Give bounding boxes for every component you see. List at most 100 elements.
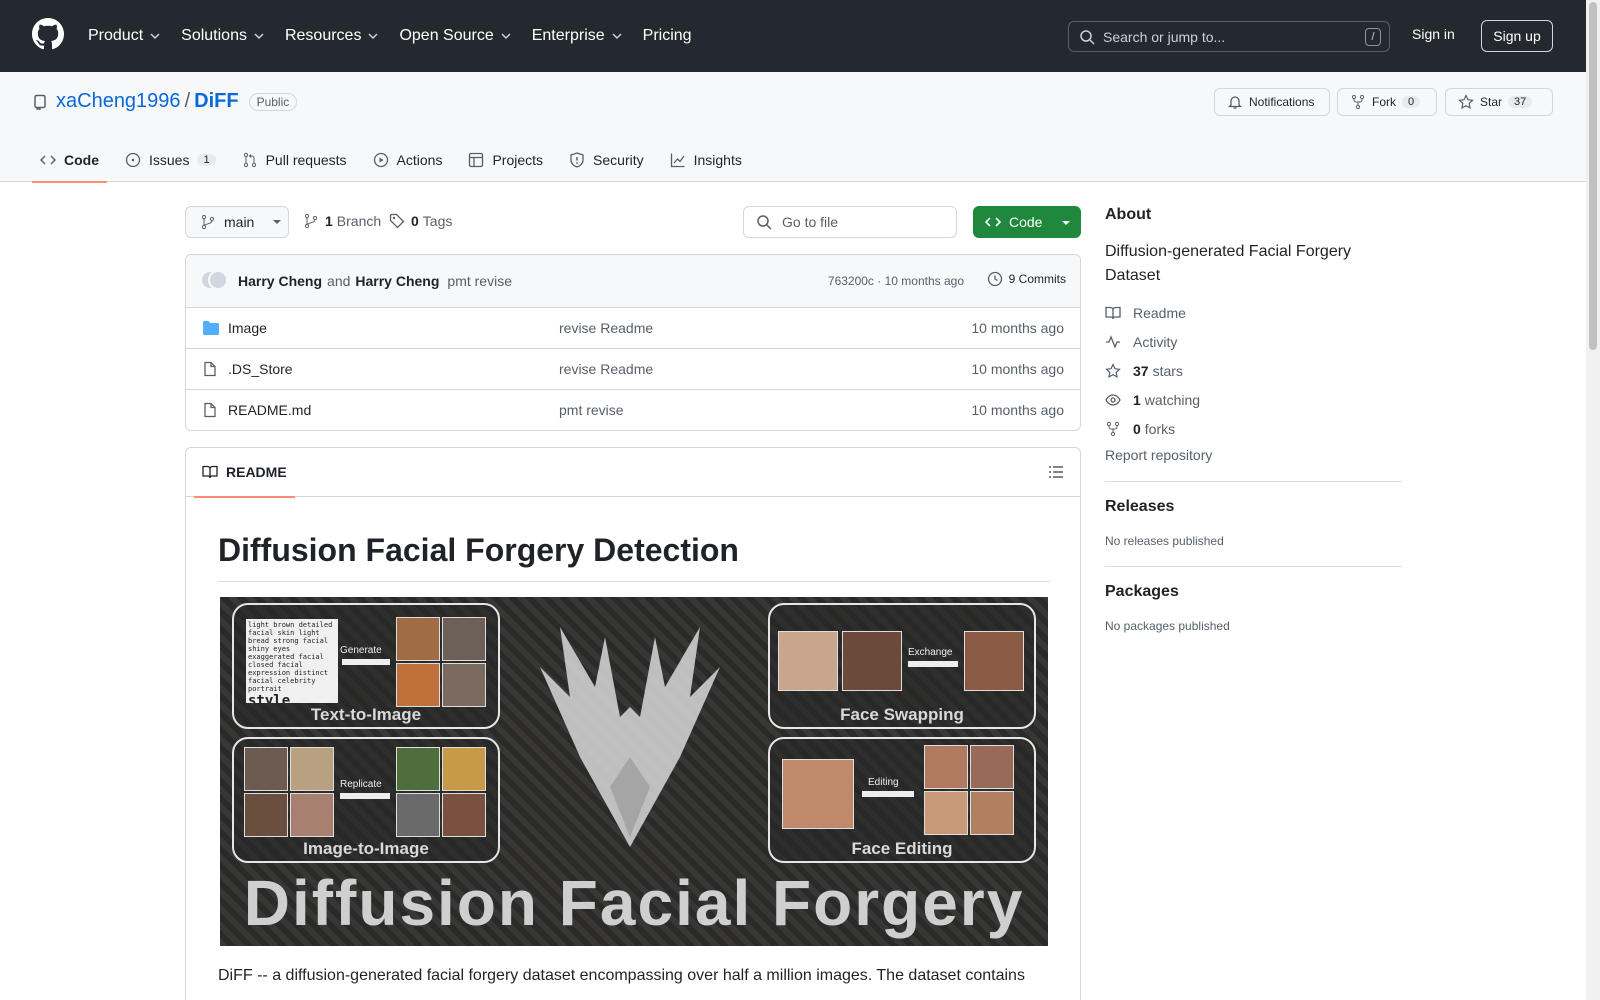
file-name-link[interactable]: README.md [228, 402, 311, 418]
image-to-image-panel: Replicate Image-to-Image [232, 737, 500, 863]
repo-owner-link[interactable]: xaCheng1996 [56, 90, 181, 113]
nav-solutions[interactable]: Solutions [181, 27, 265, 45]
latest-commit: Harry Cheng and Harry Cheng pmt revise 7… [186, 255, 1080, 308]
stars-link[interactable]: 37 stars [1105, 360, 1402, 381]
commits-history-link[interactable]: 9 Commits [987, 271, 1066, 287]
nav-label: Resources [284, 27, 362, 44]
nav-enterprise[interactable]: Enterprise [532, 27, 623, 45]
tags-link[interactable]: 0 Tags [389, 213, 452, 229]
pulse-icon [1106, 334, 1120, 349]
tab-label: Projects [492, 152, 544, 168]
scrollbar-thumb[interactable] [1589, 2, 1597, 350]
search-input[interactable]: Search or jump to... / [1068, 21, 1390, 52]
list-icon[interactable] [1048, 464, 1064, 480]
face-thumbnail [290, 747, 334, 791]
commit-message-link[interactable]: pmt revise [447, 273, 512, 289]
tab-pull-requests[interactable]: Pull requests [234, 138, 355, 182]
tab-actions[interactable]: Actions [365, 138, 451, 182]
file-row[interactable]: README.md pmt revise 10 months ago [186, 390, 1080, 430]
deer-emblem-icon [540, 627, 720, 847]
commit-hash-time[interactable]: 763200c · 10 months ago [828, 274, 964, 288]
fork-button[interactable]: Fork 0 [1337, 88, 1437, 116]
repo-header: xaCheng1996 / DiFF Public Notifications … [0, 72, 1586, 183]
nav-product[interactable]: Product [88, 27, 161, 45]
divider [1105, 481, 1402, 482]
activity-link[interactable]: Activity [1105, 331, 1402, 352]
file-row[interactable]: Image revise Readme 10 months ago [186, 308, 1080, 349]
repo-sidebar: About Diffusion-generated Facial Forgery… [1105, 206, 1402, 633]
branches-link[interactable]: 1 Branch [303, 213, 381, 229]
tab-projects[interactable]: Projects [460, 138, 551, 182]
forks-count: 0 [1133, 420, 1141, 437]
nav-resources[interactable]: Resources [285, 27, 379, 45]
file-name-link[interactable]: .DS_Store [228, 361, 293, 377]
generate-arrow-label: Generate [340, 645, 382, 656]
about-description: Diffusion-generated Facial Forgery Datas… [1105, 243, 1352, 284]
readme-tab[interactable]: README [194, 464, 295, 498]
repo-title: xaCheng1996 / DiFF Public [32, 90, 298, 113]
file-name-link[interactable]: Image [228, 320, 267, 336]
file-commit-message[interactable]: revise Readme [559, 320, 653, 336]
packages-heading[interactable]: Packages [1105, 583, 1402, 601]
file-commit-message[interactable]: revise Readme [559, 361, 653, 377]
repo-tabs: Code Issues 1 Pull requests Actions Proj… [32, 138, 760, 183]
face-thumbnail [396, 747, 440, 791]
file-icon [204, 402, 216, 418]
packages-empty-text: No packages published [1105, 619, 1230, 633]
face-thumbnail [924, 791, 968, 835]
branch-select[interactable]: main [185, 206, 289, 238]
go-to-file-input[interactable]: Go to file [743, 206, 957, 238]
activity-label: Activity [1133, 333, 1178, 350]
code-icon [40, 155, 56, 165]
nav-label: Product [88, 27, 144, 44]
nav-pricing[interactable]: Pricing [643, 27, 692, 45]
tab-code[interactable]: Code [32, 138, 107, 183]
sign-in-link[interactable]: Sign in [1412, 26, 1455, 42]
visibility-badge: Public [248, 92, 298, 111]
report-repository-link[interactable]: Report repository [1105, 447, 1402, 463]
face-thumbnail [442, 617, 486, 661]
repo-name-link[interactable]: DiFF [194, 90, 238, 113]
file-row[interactable]: .DS_Store revise Readme 10 months ago [186, 349, 1080, 390]
panel-caption: Face Editing [851, 839, 953, 858]
avatar[interactable] [200, 270, 230, 292]
commit-author-link[interactable]: Harry Cheng [238, 273, 322, 289]
sign-up-button[interactable]: Sign up [1481, 20, 1553, 52]
replicate-arrow-label: Replicate [340, 779, 382, 790]
search-icon [757, 215, 772, 230]
bell-icon [1227, 96, 1243, 109]
face-thumbnail [442, 747, 486, 791]
code-dropdown-button[interactable]: Code [973, 206, 1081, 238]
banner-title: Diffusion Facial Forgery [243, 867, 1025, 939]
releases-empty-text: No releases published [1105, 534, 1224, 548]
tab-label: Issues [149, 152, 190, 168]
editing-arrow-label: Editing [868, 777, 899, 788]
readme-panel: README Diffusion Facial Forgery Detectio… [185, 447, 1081, 1000]
branch-label: Branch [336, 213, 382, 229]
commit-author-link[interactable]: Harry Cheng [355, 273, 439, 289]
commit-and: and [327, 273, 351, 289]
forks-link[interactable]: 0 forks [1105, 418, 1402, 439]
text-to-image-panel: light brown detailed facial skin light b… [232, 603, 500, 729]
watching-link[interactable]: 1 watching [1105, 389, 1402, 410]
nav-open-source[interactable]: Open Source [399, 27, 511, 45]
face-thumbnail [442, 663, 486, 707]
releases-heading[interactable]: Releases [1105, 498, 1402, 516]
go-to-file-placeholder: Go to file [782, 214, 839, 230]
star-button[interactable]: Star 37 [1445, 88, 1553, 116]
tab-label: Insights [693, 152, 742, 168]
fork-icon [1106, 421, 1120, 436]
tab-security[interactable]: Security [561, 138, 652, 182]
file-commit-message[interactable]: pmt revise [559, 402, 624, 418]
tab-insights[interactable]: Insights [662, 138, 750, 182]
chevron-down-icon [501, 33, 511, 40]
notifications-button[interactable]: Notifications [1214, 88, 1330, 116]
readme-link[interactable]: Readme [1105, 302, 1402, 323]
tab-label: Security [593, 152, 644, 168]
face-editing-panel: Editing Face Editing [768, 737, 1036, 863]
readme-banner-image: light brown detailed facial skin light b… [220, 597, 1048, 946]
star-count: 37 [1508, 96, 1533, 108]
tab-label: Actions [396, 152, 443, 168]
tab-issues[interactable]: Issues 1 [117, 138, 224, 182]
github-logo-icon[interactable] [32, 18, 64, 50]
